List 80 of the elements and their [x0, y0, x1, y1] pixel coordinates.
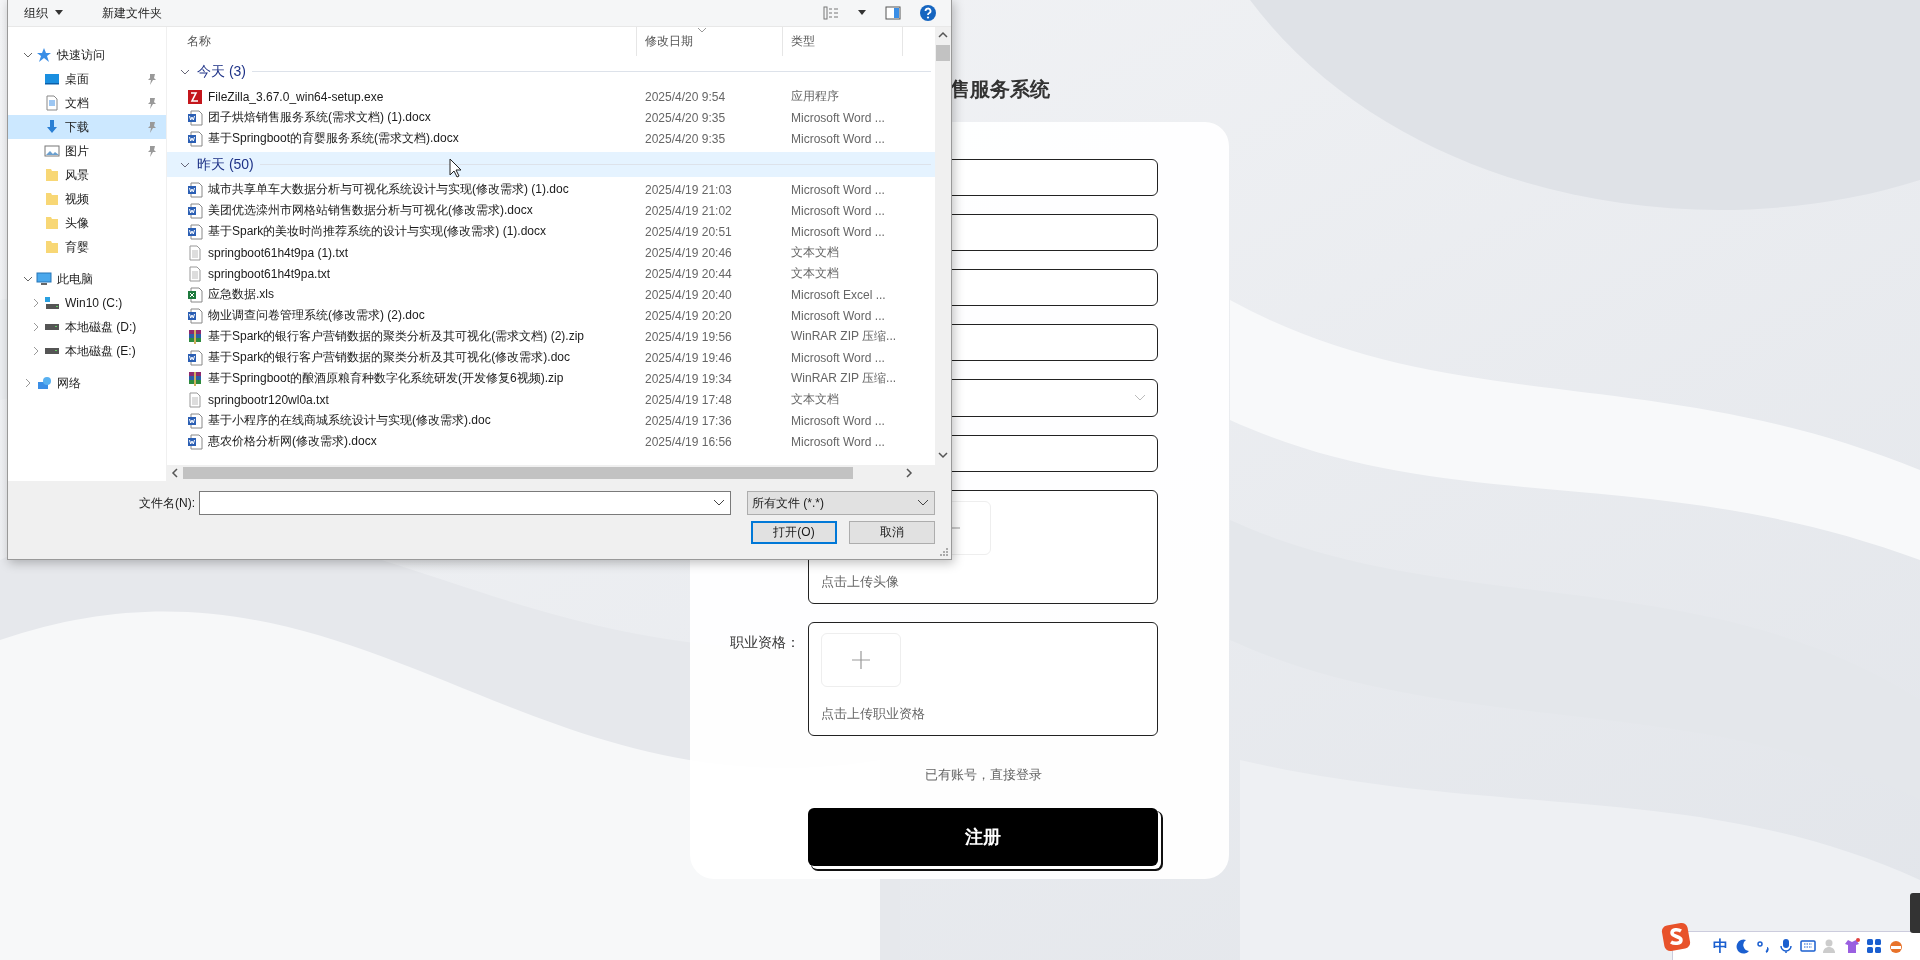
file-name[interactable]: 基于Springboot的酿酒原粮育种数字化系统研发(开发修复6视频).zip — [208, 370, 564, 387]
file-type: Microsoft Excel ... — [790, 287, 887, 302]
file-date: 2025/4/19 20:44 — [644, 266, 733, 281]
file-date: 2025/4/20 9:35 — [644, 131, 727, 146]
file-name[interactable]: 基于Springboot的育婴服务系统(需求文档).docx — [208, 130, 459, 147]
file-date: 2025/4/19 19:46 — [644, 350, 733, 365]
nav-item[interactable]: 视频 — [8, 187, 166, 211]
toolbar-button[interactable]: 新建文件夹 — [100, 2, 164, 24]
nav-item[interactable]: 图片 — [8, 139, 166, 163]
file-date: 2025/4/20 9:54 — [644, 89, 727, 104]
nav-item[interactable]: 桌面 — [8, 67, 166, 91]
file-type: Microsoft Word ... — [790, 110, 886, 125]
group-header[interactable]: 今天 (3) — [167, 59, 935, 84]
upload-hint: 点击上传头像 — [821, 573, 899, 591]
upload-hint: 点击上传职业资格 — [821, 705, 925, 723]
file-date: 2025/4/19 17:36 — [644, 413, 733, 428]
file-name[interactable]: 惠农价格分析网(修改需求).docx — [208, 433, 377, 450]
file-type: Microsoft Word ... — [790, 203, 886, 218]
file-type: Microsoft Word ... — [790, 308, 886, 323]
file-name[interactable]: 物业调查问卷管理系统(修改需求) (2).doc — [208, 307, 425, 324]
file-name[interactable]: 城市共享单车大数据分析与可视化系统设计与实现(修改需求) (1).doc — [208, 181, 569, 198]
file-name[interactable]: 基于Spark的银行客户营销数据的聚类分析及其可视化(需求文档) (2).zip — [208, 328, 584, 345]
toolbar-button[interactable]: 组织 — [22, 2, 66, 24]
nav-item[interactable]: 网络 — [8, 371, 166, 395]
column-header[interactable]: 类型 — [783, 27, 903, 56]
file-date: 2025/4/19 20:20 — [644, 308, 733, 323]
field-label: 职业资格： — [730, 633, 801, 652]
nav-item[interactable]: Win10 (C:) — [8, 291, 166, 315]
file-type: 文本文档 — [790, 391, 840, 408]
nav-item[interactable]: 文档 — [8, 91, 166, 115]
file-name[interactable]: springbootr120wl0a.txt — [208, 392, 329, 407]
nav-item[interactable]: 风景 — [8, 163, 166, 187]
file-date: 2025/4/19 21:02 — [644, 203, 733, 218]
file-type: Microsoft Word ... — [790, 350, 886, 365]
filename-label: 文件名(N): — [139, 494, 195, 512]
file-name[interactable]: FileZilla_3.67.0_win64-setup.exe — [208, 89, 384, 104]
file-name[interactable]: 基于Spark的美妆时尚推荐系统的设计与实现(修改需求) (1).docx — [208, 223, 547, 240]
file-type-select[interactable]: 所有文件 (*.*) — [747, 491, 935, 515]
file-name[interactable]: springboot61h4t9pa (1).txt — [208, 245, 349, 260]
file-name[interactable]: 基于Spark的银行客户营销数据的聚类分析及其可视化(修改需求).doc — [208, 349, 571, 366]
input-mode[interactable]: 中 — [1713, 936, 1728, 956]
nav-item[interactable]: 头像 — [8, 211, 166, 235]
page-title: 售服务系统 — [950, 77, 1050, 102]
file-type: Microsoft Word ... — [790, 131, 886, 146]
file-type: Microsoft Word ... — [790, 413, 886, 428]
file-type: Microsoft Word ... — [790, 434, 886, 449]
file-name[interactable]: 美团优选滦州市网格站销售数据分析与可视化(修改需求).docx — [208, 202, 533, 219]
file-name[interactable]: springboot61h4t9pa.txt — [208, 266, 331, 281]
file-type: Microsoft Word ... — [790, 224, 886, 239]
file-date: 2025/4/19 20:46 — [644, 245, 733, 260]
file-type: 文本文档 — [790, 244, 840, 261]
column-header[interactable]: 名称 — [167, 27, 637, 56]
file-date: 2025/4/19 20:40 — [644, 287, 733, 302]
column-header[interactable]: 修改日期 — [637, 27, 783, 56]
file-date: 2025/4/19 19:56 — [644, 329, 733, 344]
file-date: 2025/4/19 21:03 — [644, 182, 733, 197]
nav-item[interactable]: 此电脑 — [8, 267, 166, 291]
file-date: 2025/4/20 9:35 — [644, 110, 727, 125]
file-date: 2025/4/19 17:48 — [644, 392, 733, 407]
dialog-button[interactable]: 打开(O) — [751, 521, 837, 544]
group-header[interactable]: 昨天 (50) — [167, 152, 935, 177]
nav-item[interactable]: 育婴 — [8, 235, 166, 259]
file-type: WinRAR ZIP 压缩... — [790, 328, 898, 345]
file-type: 文本文档 — [790, 265, 840, 282]
file-type: WinRAR ZIP 压缩... — [790, 370, 898, 387]
file-name[interactable]: 团子烘焙销售服务系统(需求文档) (1).docx — [208, 109, 431, 126]
nav-item[interactable]: 本地磁盘 (E:) — [8, 339, 166, 363]
file-type: Microsoft Word ... — [790, 182, 886, 197]
file-name[interactable]: 应急数据.xls — [208, 286, 274, 303]
nav-item[interactable]: 下载 — [8, 115, 166, 139]
nav-item[interactable]: 快速访问 — [8, 43, 166, 67]
file-date: 2025/4/19 19:34 — [644, 371, 733, 386]
nav-item[interactable]: 本地磁盘 (D:) — [8, 315, 166, 339]
login-link[interactable]: 已有账号，直接登录 — [924, 766, 1042, 784]
file-type: 应用程序 — [790, 88, 840, 105]
upload-area[interactable]: 点击上传职业资格 — [808, 622, 1158, 736]
file-date: 2025/4/19 20:51 — [644, 224, 733, 239]
dialog-button[interactable]: 取消 — [849, 521, 935, 544]
file-name[interactable]: 基于小程序的在线商城系统设计与实现(修改需求).doc — [208, 412, 491, 429]
file-date: 2025/4/19 16:56 — [644, 434, 733, 449]
